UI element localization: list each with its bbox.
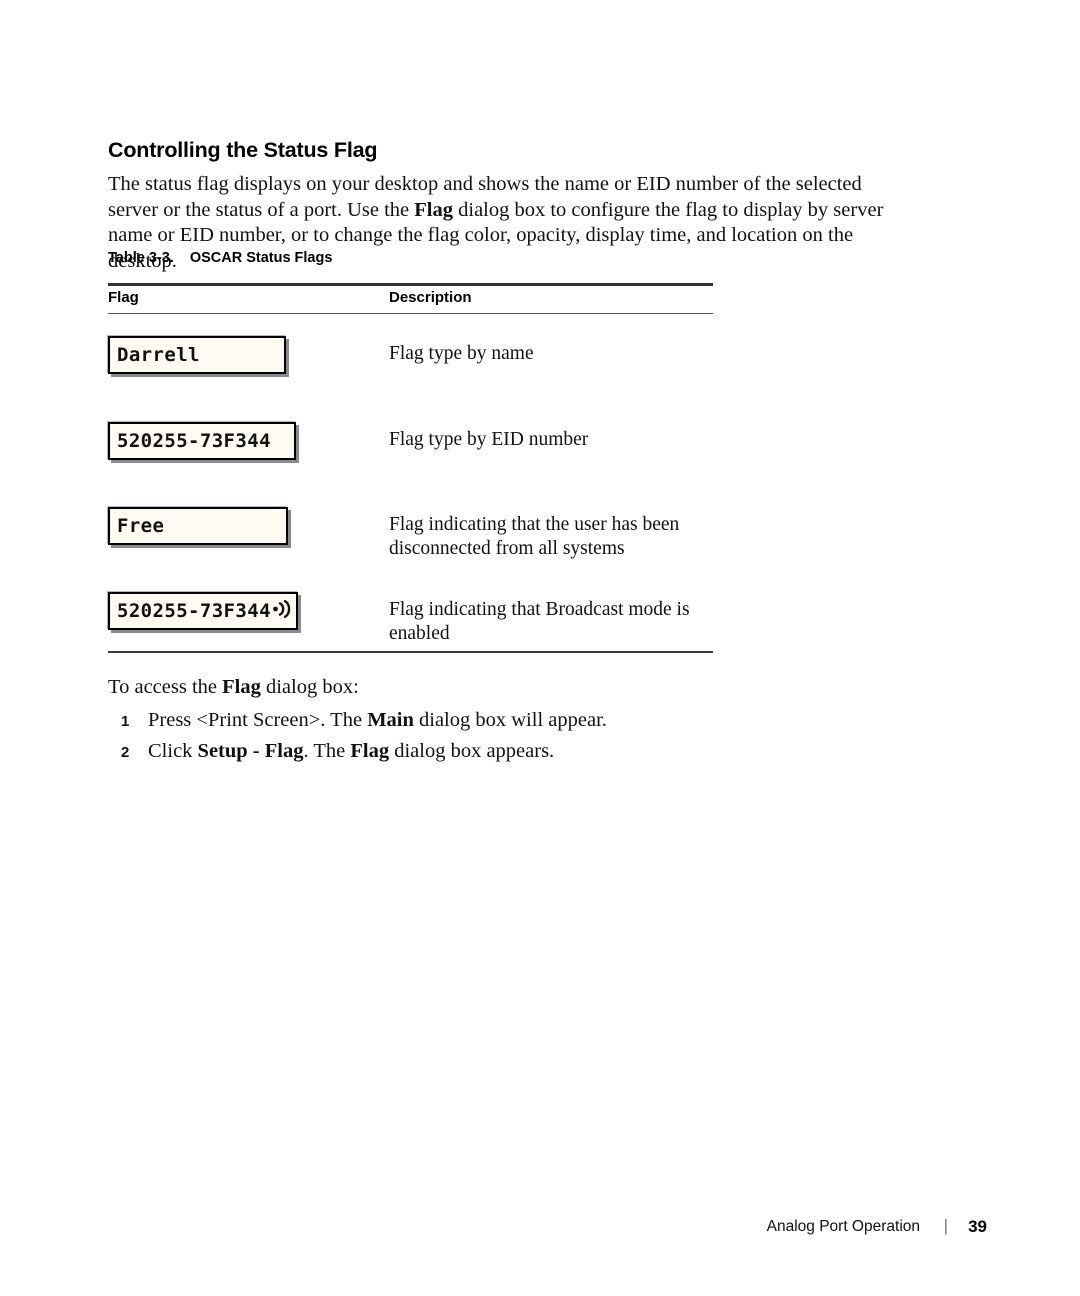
- status-flag-label: Free: [117, 514, 165, 537]
- instruction-steps: 1 Press <Print Screen>. The Main dialog …: [108, 707, 868, 769]
- instructions-lead-part2: dialog box:: [260, 676, 359, 698]
- step-text-bold-2: Flag: [350, 740, 390, 762]
- status-flag-by-eid: 520255-73F344: [108, 422, 296, 461]
- page-title: Controlling the Status Flag: [108, 138, 378, 162]
- row-description: Flag indicating that the user has been d…: [389, 514, 680, 559]
- status-flag-label: 520255-73F344: [117, 599, 271, 622]
- table-caption-title: OSCAR Status Flags: [189, 250, 333, 266]
- step-text-bold: Setup - Flag: [197, 740, 304, 762]
- step-text-part2: . The: [303, 740, 351, 762]
- table-header-rule: [108, 313, 713, 315]
- step-text: Press <Print Screen>. The Main dialog bo…: [148, 707, 607, 733]
- step-text-part1: Click: [148, 740, 198, 762]
- column-header-flag: Flag: [108, 289, 139, 306]
- table-bottom-rule: [108, 651, 713, 654]
- step-text-part3: dialog box appears.: [389, 740, 555, 762]
- table-caption: Table 3-3. OSCAR Status Flags: [108, 250, 332, 266]
- step-text-part2: dialog box will appear.: [413, 709, 607, 731]
- row-description: Flag type by EID number: [389, 429, 589, 451]
- broadcast-speaker-icon: [271, 599, 293, 624]
- column-header-description: Description: [389, 289, 472, 306]
- instructions-lead-part1: To access the: [108, 676, 223, 698]
- step-text-part1: Press <Print Screen>. The: [148, 709, 368, 731]
- document-page: Controlling the Status Flag The status f…: [0, 0, 1080, 1296]
- row-description: Flag type by name: [389, 343, 534, 365]
- row-description: Flag indicating that Broadcast mode is e…: [389, 599, 690, 644]
- footer-separator: |: [943, 1216, 948, 1235]
- step-number: 2: [121, 744, 130, 761]
- instructions-lead-bold: Flag: [222, 676, 261, 698]
- page-footer: Analog Port Operation | 39: [0, 1216, 1080, 1246]
- table-header-row: Flag Description: [108, 286, 713, 313]
- footer-chapter-label: Analog Port Operation: [766, 1218, 920, 1235]
- list-item: 2 Click Setup - Flag. The Flag dialog bo…: [108, 738, 868, 769]
- status-flag-label: Darrell: [117, 343, 200, 366]
- status-flag-by-name: Darrell: [108, 336, 286, 375]
- instructions-lead: To access the Flag dialog box:: [108, 675, 359, 700]
- intro-bold-flag: Flag: [414, 198, 453, 221]
- oscar-status-flags-table: Flag Description Darrell Flag type by na…: [108, 283, 713, 644]
- step-text: Click Setup - Flag. The Flag dialog box …: [148, 738, 554, 764]
- status-flag-free: Free: [108, 507, 288, 546]
- status-flag-label: 520255-73F344: [117, 429, 271, 452]
- status-flag-broadcast: 520255-73F344: [108, 592, 298, 631]
- step-text-bold: Main: [367, 709, 414, 731]
- list-item: 1 Press <Print Screen>. The Main dialog …: [108, 707, 868, 738]
- step-number: 1: [121, 713, 130, 730]
- table-caption-number: Table 3-3.: [108, 250, 174, 266]
- footer-page-number: 39: [968, 1217, 987, 1236]
